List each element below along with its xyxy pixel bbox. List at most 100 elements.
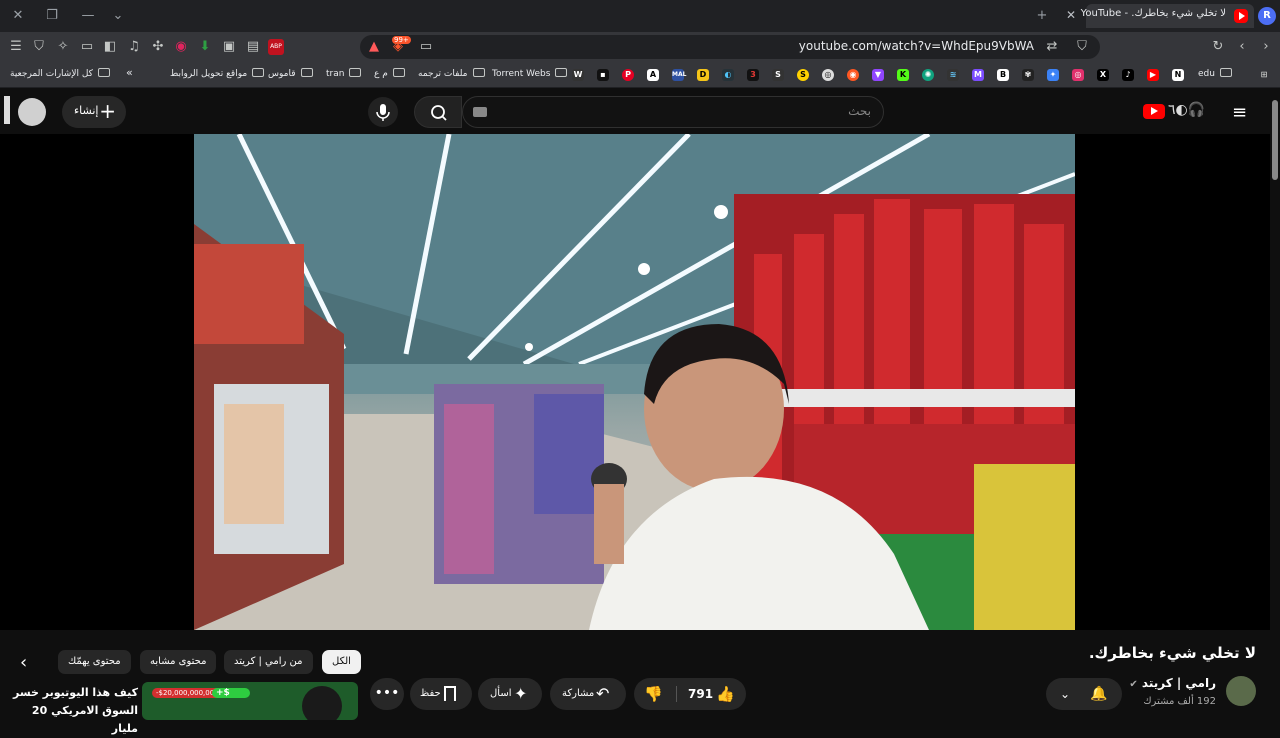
instagram-icon[interactable]: ◎: [1072, 69, 1084, 81]
bookmark-d-icon[interactable]: D: [697, 69, 709, 81]
like-icon[interactable]: 👍: [716, 678, 735, 710]
account-avatar[interactable]: [18, 98, 46, 126]
translate-extension-icon[interactable]: ▤: [245, 39, 261, 55]
search-icon: [431, 105, 447, 121]
menu-icon[interactable]: ☰: [8, 39, 24, 55]
window-close-icon[interactable]: ✕: [8, 6, 28, 26]
chatgpt-icon[interactable]: ✺: [922, 69, 934, 81]
chip-from-channel[interactable]: من رامي | كريتد: [224, 650, 313, 674]
pin-icon[interactable]: ✧: [55, 39, 71, 55]
wallet-icon[interactable]: ▭: [79, 39, 95, 55]
chrome-web-icon[interactable]: ◎: [822, 69, 834, 81]
share-icon: ↶: [596, 684, 610, 703]
save-icon: [444, 686, 456, 701]
video-player[interactable]: [194, 134, 1075, 630]
bookmark-yellow-s-icon[interactable]: S: [797, 69, 809, 81]
search-placeholder: بحث: [848, 104, 871, 118]
forward-icon[interactable]: ›: [1258, 39, 1274, 55]
window-restore-icon[interactable]: ❐: [42, 6, 62, 26]
bookmark-folder-subtitles[interactable]: ملفات ترجمه: [418, 68, 485, 79]
x-icon[interactable]: X: [1097, 69, 1109, 81]
bookmark-folder-edu[interactable]: edu: [1198, 68, 1232, 79]
chevron-down-icon: ⌄: [1060, 687, 1071, 701]
bookmark-crunch-icon[interactable]: ◐: [722, 69, 734, 81]
music-icon[interactable]: ♫: [126, 39, 142, 55]
new-tab-icon[interactable]: +: [1032, 6, 1052, 26]
doodle-logo-icon[interactable]: ٦◐🎧: [1168, 102, 1205, 118]
site-settings-icon[interactable]: ⇄: [1044, 39, 1060, 55]
back-icon[interactable]: ‹: [1234, 39, 1250, 55]
bookmark-wn-icon[interactable]: W: [572, 69, 584, 81]
tiktok-icon[interactable]: ♪: [1122, 69, 1134, 81]
bookmark-gear-icon[interactable]: ✾: [1022, 69, 1034, 81]
like-dislike-group: 👎 791 👍: [634, 678, 746, 710]
twitch-icon[interactable]: ▼: [872, 69, 884, 81]
ask-button[interactable]: اسأل ✦: [478, 678, 542, 710]
guide-menu-icon[interactable]: ≡: [1232, 102, 1247, 123]
chip-all[interactable]: الكل: [322, 650, 361, 674]
chip-related[interactable]: محتوى مشابه: [140, 650, 217, 674]
gemini-icon[interactable]: ✦: [1047, 69, 1059, 81]
tab-search-chevron-icon[interactable]: ⌄: [108, 6, 128, 26]
pinterest-icon[interactable]: P: [622, 69, 634, 81]
bookmark-folder-links[interactable]: مواقع تحويل الروابط: [170, 68, 265, 79]
shield-icon[interactable]: ⛉: [31, 39, 47, 55]
bookmark-a-icon[interactable]: A: [647, 69, 659, 81]
address-bar[interactable]: ▲ ◈ 99+ ▭ youtube.com/watch?v=WhdEpu9VbW…: [360, 35, 1100, 59]
youtube-bookmark-icon[interactable]: ▶: [1147, 69, 1159, 81]
recommended-video-title[interactable]: كيف هذا اليوتيوبر خسر السوق الامريكي 20 …: [8, 684, 138, 738]
url-text[interactable]: youtube.com/watch?v=WhdEpu9VbWA: [799, 39, 1034, 53]
download-extension-icon[interactable]: ⬇: [197, 39, 213, 55]
record-extension-icon[interactable]: ◉: [173, 39, 189, 55]
recommended-video-thumbnail[interactable]: -$20,000,000,000 +$: [142, 682, 358, 720]
mal-icon[interactable]: MAL: [672, 69, 686, 81]
bookmark-3-icon[interactable]: 3: [747, 69, 759, 81]
tab-youtube[interactable]: ✕ لا تخلي شيء بخاطرك. - YouTube: [1066, 4, 1254, 28]
bookmark-folder-m[interactable]: م ع: [374, 68, 405, 79]
adblock-plus-icon[interactable]: ABP: [268, 39, 284, 55]
extensions-icon[interactable]: ✣: [150, 39, 166, 55]
subscribed-button[interactable]: ⌄ 🔔: [1046, 678, 1122, 710]
alert-triangle-icon[interactable]: ▲: [366, 39, 382, 55]
more-actions-icon[interactable]: •••: [370, 678, 404, 710]
bookmark-folder-dictionary[interactable]: قاموس: [268, 68, 313, 79]
kick-icon[interactable]: K: [897, 69, 909, 81]
bookmark-orange-icon[interactable]: ◉: [847, 69, 859, 81]
bookmark-folder-tran[interactable]: tran: [326, 68, 362, 79]
sidebar-icon[interactable]: ◧: [102, 39, 118, 55]
bookmark-b-icon[interactable]: B: [997, 69, 1009, 81]
bookmark-app-icon[interactable]: ▪: [597, 69, 609, 81]
window-minimize-icon[interactable]: —: [78, 6, 98, 26]
bookmark-m-icon[interactable]: M: [972, 69, 984, 81]
search-button[interactable]: [414, 96, 462, 128]
bookmark-folder-all[interactable]: كل الإشارات المرجعية: [10, 68, 110, 79]
channel-name[interactable]: رامي | كريتد ✔: [1129, 676, 1216, 690]
bookmark-icon[interactable]: ⛉: [1074, 39, 1090, 55]
keyboard-icon[interactable]: [473, 107, 487, 117]
notion-icon[interactable]: N: [1172, 69, 1184, 81]
bookmark-folder-torrent[interactable]: Torrent Webs: [492, 68, 568, 79]
bookmark-tool-icon[interactable]: ≋: [947, 69, 959, 81]
profile-avatar[interactable]: R: [1258, 7, 1276, 25]
channel-avatar[interactable]: [1226, 676, 1256, 706]
search-input[interactable]: بحث: [462, 96, 884, 128]
bookmark-s-icon[interactable]: S: [772, 69, 784, 81]
apps-grid-icon[interactable]: ⊞: [1258, 69, 1270, 81]
page-scrollbar[interactable]: [1270, 90, 1280, 720]
youtube-logo-icon[interactable]: [1143, 104, 1165, 119]
channel-name-text: رامي | كريتد: [1141, 676, 1216, 690]
chips-next-icon[interactable]: ‹: [20, 652, 27, 673]
cast-icon[interactable]: ▭: [418, 39, 434, 55]
bookmark-label: ملفات ترجمه: [418, 69, 468, 79]
voice-search-button[interactable]: [368, 97, 398, 127]
create-button[interactable]: إنشاء +: [62, 96, 126, 128]
reload-icon[interactable]: ↻: [1210, 39, 1226, 55]
share-button[interactable]: مشاركة ↶: [550, 678, 626, 710]
chip-for-you[interactable]: محتوى يهمّك: [58, 650, 131, 674]
bookmark-overflow-icon[interactable]: »: [126, 66, 133, 79]
save-button[interactable]: حفظ: [410, 678, 472, 710]
screen-extension-icon[interactable]: ▣: [221, 39, 237, 55]
scrollbar-thumb[interactable]: [1272, 100, 1278, 180]
dislike-icon[interactable]: 👎: [644, 678, 663, 710]
tab-close-icon[interactable]: ✕: [1066, 8, 1076, 22]
